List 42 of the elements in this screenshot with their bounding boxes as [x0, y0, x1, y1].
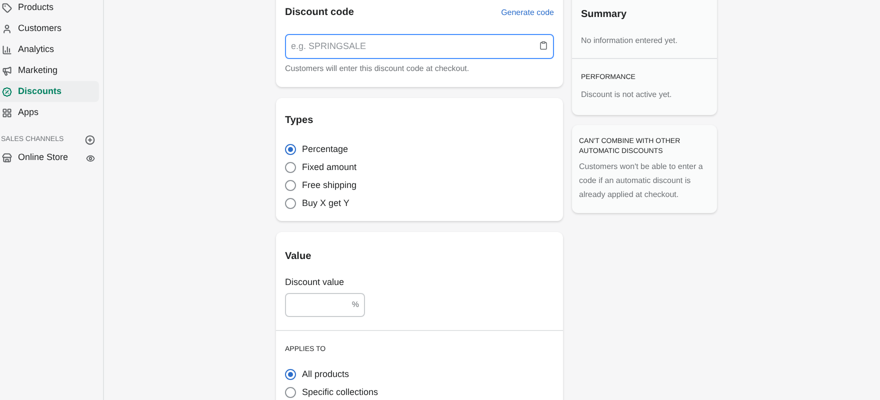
- radio-label: Fixed amount: [302, 160, 357, 174]
- radio-button[interactable]: [285, 198, 296, 209]
- apps-grid-icon: [2, 108, 12, 118]
- sidebar-item[interactable]: Products: [0, 0, 99, 18]
- discount-value-field[interactable]: %: [285, 293, 365, 317]
- discount-code-field[interactable]: e.g. SPRINGSALE: [285, 34, 554, 58]
- radio-label: All products: [302, 368, 350, 381]
- card-title: Summary: [581, 8, 628, 22]
- card-title: Value: [285, 250, 312, 264]
- percent-suffix: %: [352, 299, 359, 311]
- sidebar-item[interactable]: Customers: [0, 18, 99, 39]
- radio-button[interactable]: [285, 162, 296, 173]
- person-icon: [2, 24, 12, 34]
- generate-code-link[interactable]: Generate code: [501, 6, 554, 18]
- help-text: Customers will enter this discount code at checkout.: [285, 62, 470, 74]
- radio-label: Buy X get Y: [302, 196, 350, 210]
- bar-chart-icon: [2, 44, 12, 54]
- radio-button[interactable]: [285, 387, 296, 398]
- store-icon: [2, 153, 12, 163]
- eye-icon[interactable]: [86, 154, 95, 162]
- combine-text: Customers won't be able to enter a code if an automatic discount is already applied at checkout.: [579, 160, 704, 201]
- radio-button[interactable]: [285, 369, 296, 380]
- radio-label: Percentage: [302, 142, 348, 156]
- field-label: Discount value: [285, 276, 346, 288]
- radio-button[interactable]: [285, 180, 296, 191]
- radio-label: Specific collections: [302, 386, 378, 399]
- radio-button[interactable]: [285, 144, 296, 155]
- add-icon[interactable]: [85, 135, 95, 146]
- performance-text: Discount is not active yet.: [581, 88, 673, 100]
- summary-text: No information entered yet.: [581, 35, 678, 47]
- percent-badge-icon: [2, 86, 12, 96]
- megaphone-icon: [2, 66, 12, 76]
- tag-icon: [2, 2, 12, 12]
- card-title: Discount code: [285, 6, 354, 20]
- sidebar-item[interactable]: Apps: [0, 102, 99, 123]
- card-title: Types: [285, 114, 314, 128]
- sidebar-item[interactable]: Discounts: [0, 81, 99, 102]
- sidebar-item[interactable]: Analytics: [0, 39, 99, 60]
- sidebar-item[interactable]: Marketing: [0, 60, 99, 81]
- radio-label: Free shipping: [302, 178, 357, 192]
- sidebar-item[interactable]: Online Store: [0, 148, 103, 168]
- clipboard-icon[interactable]: [539, 41, 548, 50]
